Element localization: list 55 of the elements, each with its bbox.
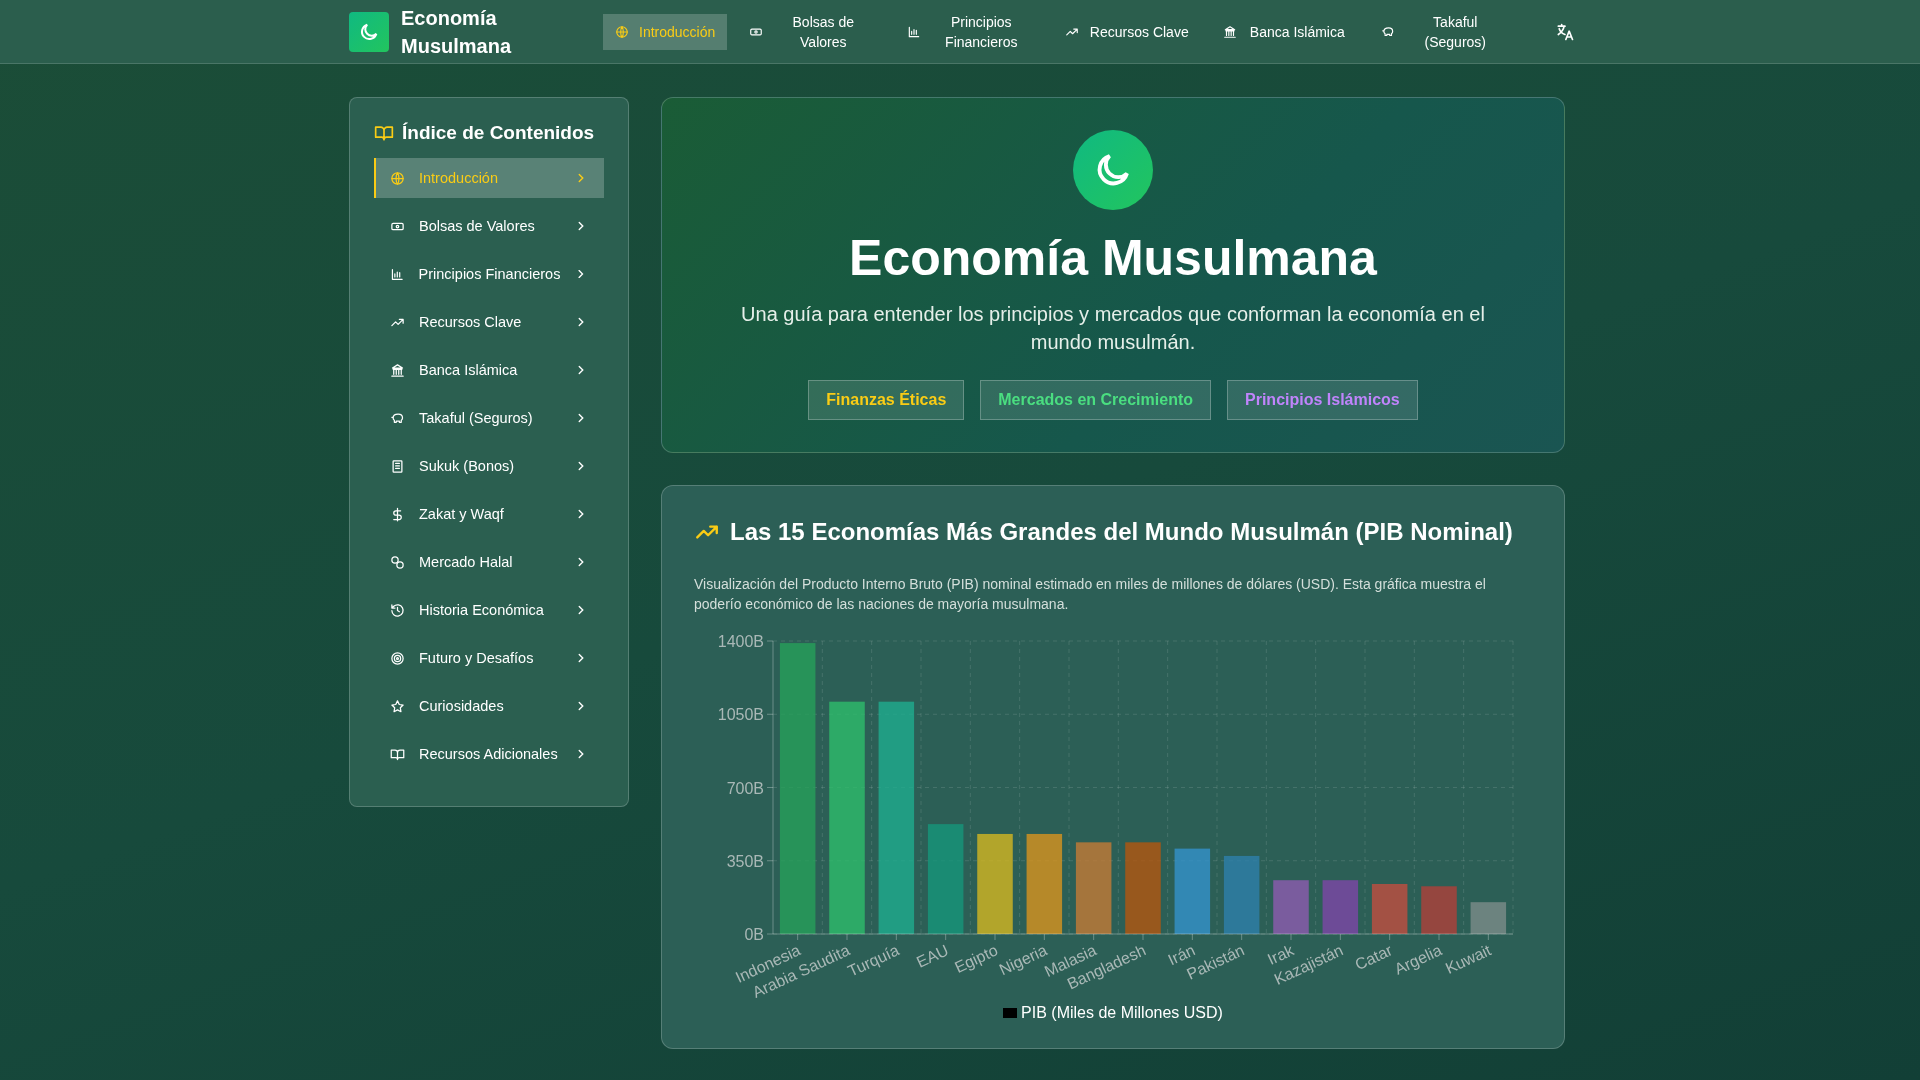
sidebar-item[interactable]: Bolsas de Valores xyxy=(374,206,604,246)
bank-icon xyxy=(390,362,405,378)
book-icon xyxy=(390,746,405,762)
y-tick-label: 700B xyxy=(726,779,764,797)
y-tick-label: 1050B xyxy=(717,706,764,724)
nav-link[interactable]: Bolsas de Valores xyxy=(737,5,886,58)
legend-label: PIB (Miles de Millones USD) xyxy=(1021,1004,1223,1022)
sidebar-item[interactable]: Zakat y Waqf xyxy=(374,494,604,534)
target-icon xyxy=(390,650,405,666)
bar-chart-icon xyxy=(907,24,922,39)
dollar-icon xyxy=(390,506,405,522)
sidebar-item[interactable]: Curiosidades xyxy=(374,686,604,726)
nav-link[interactable]: Banca Islámica xyxy=(1211,15,1360,48)
sidebar-item[interactable]: Recursos Adicionales xyxy=(374,734,604,774)
bar-chart-icon xyxy=(390,266,405,282)
nav-link[interactable]: Principios Financieros xyxy=(895,5,1044,58)
bank-icon xyxy=(1223,24,1238,39)
globe-icon xyxy=(390,170,405,186)
sidebar-item[interactable]: Takaful (Seguros) xyxy=(374,398,604,438)
nav-link[interactable]: Recursos Clave xyxy=(1053,15,1202,48)
hero-title: Economía Musulmana xyxy=(849,229,1377,288)
chart-title: Las 15 Economías Más Grandes del Mundo Musulmán (PIB Nominal) xyxy=(730,518,1513,546)
y-tick-label: 1400B xyxy=(717,633,764,650)
nav-link[interactable]: Takaful (Seguros) xyxy=(1369,5,1518,58)
hero-subtitle: Una guía para entender los principios y mercados que conforman la economía en el mundo musulmán. xyxy=(740,302,1486,355)
x-tick-label: EAU xyxy=(913,941,951,971)
chart-bar xyxy=(1421,886,1457,934)
x-tick-label: Catar xyxy=(1352,941,1395,974)
coins-icon xyxy=(390,554,405,570)
sidebar-item[interactable]: Banca Islámica xyxy=(374,350,604,390)
book-icon xyxy=(374,123,394,143)
sidebar-item[interactable]: Mercado Halal xyxy=(374,542,604,582)
globe-icon xyxy=(615,24,629,39)
moon-logo-icon xyxy=(349,11,389,52)
chart-bar xyxy=(1322,880,1359,934)
history-icon xyxy=(390,602,405,618)
chart-bar xyxy=(1371,884,1408,934)
y-tick-label: 350B xyxy=(726,852,764,870)
tag: Principios Islámicos xyxy=(1227,380,1418,420)
piggy-bank-icon xyxy=(1381,24,1396,39)
sidebar-item[interactable]: Historia Económica xyxy=(374,590,604,630)
sidebar-title: Índice de Contenidos xyxy=(402,122,595,144)
document-icon xyxy=(390,458,405,474)
tag: Mercados en Crecimiento xyxy=(980,380,1211,420)
sidebar-item[interactable]: Recursos Clave xyxy=(374,302,604,342)
site-title: Economía Musulmana xyxy=(401,5,513,59)
sidebar-item[interactable]: Sukuk (Bonos) xyxy=(374,446,604,486)
y-tick-label: 0B xyxy=(744,926,764,943)
sidebar-item[interactable]: Futuro y Desafíos xyxy=(374,638,604,678)
chart-description: Visualización del Producto Interno Bruto (PIB) nominal estimado en miles de millones de dólares (USD). Esta gráfica muestra el poderío económico de las naciones de mayoría musulmana. xyxy=(694,575,1487,614)
tag: Finanzas Éticas xyxy=(808,380,965,420)
chart-bar xyxy=(1273,880,1309,934)
sidebar-item[interactable]: Principios Financieros xyxy=(374,254,604,294)
star-icon xyxy=(390,698,405,714)
chart-bar xyxy=(1470,902,1507,934)
